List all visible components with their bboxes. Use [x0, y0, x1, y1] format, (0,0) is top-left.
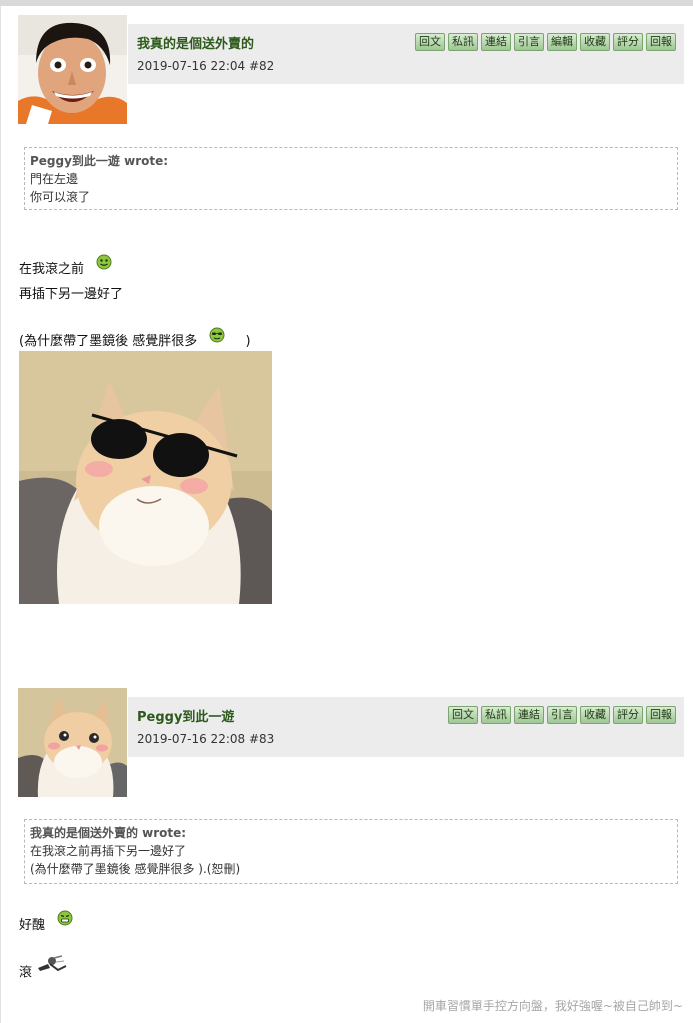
body-text: 好醜 — [19, 918, 46, 933]
quote-author: Peggy到此一遊 wrote: — [30, 154, 169, 168]
post-actions: 回文 私訊 連結 引言 收藏 評分 回報 — [448, 706, 676, 724]
grin-face-icon — [57, 910, 73, 930]
body-text: (為什麼帶了墨鏡後 感覺胖很多 — [19, 334, 198, 349]
cat-sunglasses-image[interactable] — [19, 351, 272, 604]
body-line: 再插下另一邊好了 — [19, 287, 124, 302]
kick-icon — [36, 954, 68, 980]
avatar[interactable] — [18, 688, 127, 797]
post-timestamp: 2019-07-16 22:04 #82 — [137, 59, 275, 73]
private-message-button[interactable]: 私訊 — [481, 706, 511, 724]
bookmark-button[interactable]: 收藏 — [580, 33, 610, 51]
avatar[interactable] — [18, 15, 127, 124]
body-text: 在我滾之前 — [19, 262, 85, 277]
quote-author: 我真的是個送外賣的 wrote: — [30, 826, 187, 840]
body-line: 好醜 — [19, 910, 73, 936]
quote-block: 我真的是個送外賣的 wrote: 在我滾之前再插下另一邊好了 (為什麼帶了墨鏡後… — [24, 819, 678, 884]
post-83: Peggy到此一遊 2019-07-16 22:08 #83 回文 私訊 連結 … — [18, 688, 684, 988]
author-name[interactable]: 我真的是個送外賣的 — [137, 33, 254, 52]
body-line: (為什麼帶了墨鏡後 感覺胖很多 ) — [19, 327, 251, 352]
post-header: Peggy到此一遊 2019-07-16 22:08 #83 回文 私訊 連結 … — [128, 697, 684, 757]
reply-button[interactable]: 回文 — [448, 706, 478, 724]
private-message-button[interactable]: 私訊 — [448, 33, 478, 51]
quote-line: 你可以滾了 — [30, 190, 91, 204]
signature: 開車習慣單手控方向盤，我好強喔~被自己帥到~ — [422, 999, 683, 1013]
post-actions: 回文 私訊 連結 引言 編輯 收藏 評分 回報 — [415, 33, 676, 51]
quote-line: (為什麼帶了墨鏡後 感覺胖很多 ).(恕刪) — [30, 862, 241, 876]
body-line: 在我滾之前 — [19, 254, 112, 280]
quote-line: 門在左邊 — [30, 172, 79, 186]
quote-button[interactable]: 引言 — [514, 33, 544, 51]
body-line: 滾 — [19, 955, 68, 986]
rate-button[interactable]: 評分 — [613, 33, 643, 51]
smile-face-icon — [96, 254, 112, 274]
bookmark-button[interactable]: 收藏 — [580, 706, 610, 724]
top-border — [0, 0, 693, 6]
report-button[interactable]: 回報 — [646, 33, 676, 51]
quote-block: Peggy到此一遊 wrote: 門在左邊 你可以滾了 — [24, 147, 678, 210]
link-button[interactable]: 連結 — [481, 33, 511, 51]
quote-line: 在我滾之前再插下另一邊好了 — [30, 844, 187, 858]
quote-button[interactable]: 引言 — [547, 706, 577, 724]
sunglasses-face-icon — [209, 327, 225, 347]
rate-button[interactable]: 評分 — [613, 706, 643, 724]
edit-button[interactable]: 編輯 — [547, 33, 577, 51]
link-button[interactable]: 連結 — [514, 706, 544, 724]
report-button[interactable]: 回報 — [646, 706, 676, 724]
body-text: 滾 — [19, 965, 33, 981]
reply-button[interactable]: 回文 — [415, 33, 445, 51]
post-timestamp: 2019-07-16 22:08 #83 — [137, 732, 275, 746]
left-border — [0, 6, 1, 1023]
post-header: 我真的是個送外賣的 2019-07-16 22:04 #82 回文 私訊 連結 … — [128, 24, 684, 84]
post-82: 我真的是個送外賣的 2019-07-16 22:04 #82 回文 私訊 連結 … — [18, 15, 684, 615]
body-text: ) — [245, 334, 251, 349]
author-name[interactable]: Peggy到此一遊 — [137, 706, 234, 725]
